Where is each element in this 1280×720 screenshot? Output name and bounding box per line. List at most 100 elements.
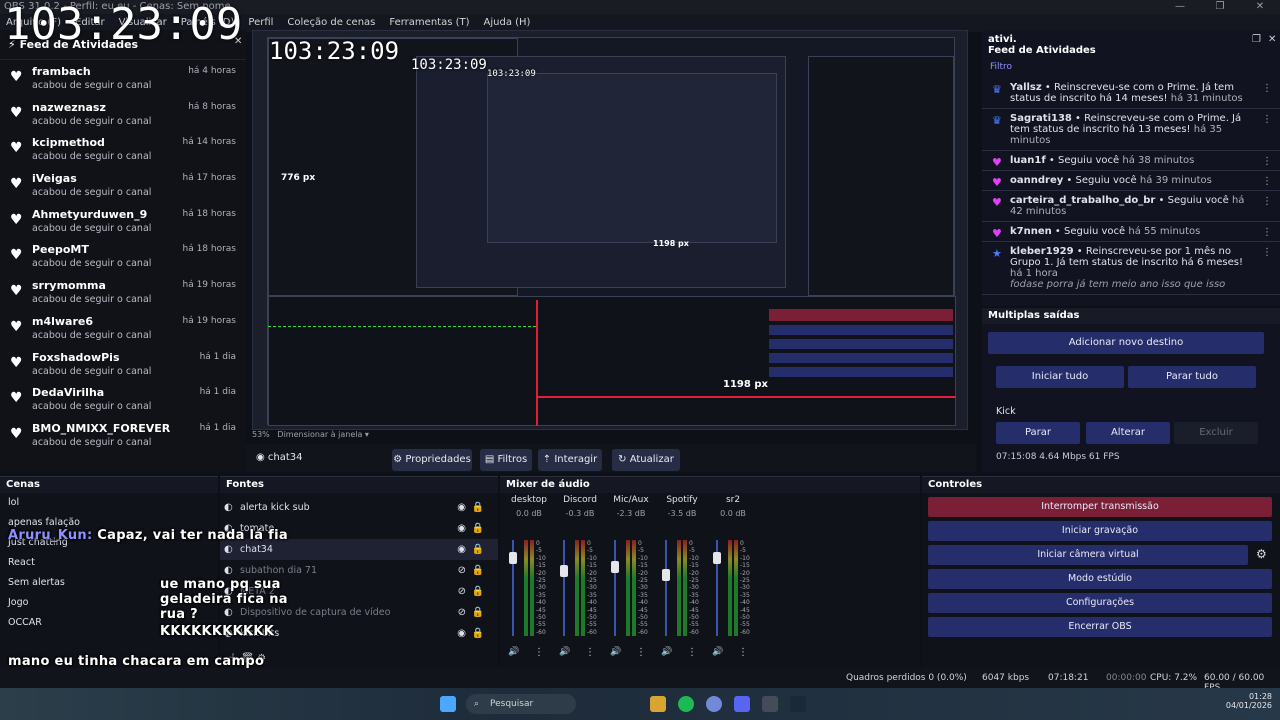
more-icon[interactable]: ⋮ (585, 647, 595, 658)
lock-icon[interactable]: 🔒 (472, 602, 484, 623)
volume-knob[interactable] (560, 565, 568, 578)
lock-icon[interactable]: 🔒 (472, 560, 484, 581)
feed-user: luan1f (1010, 155, 1046, 166)
feed-time: há 39 minutos (1139, 175, 1212, 186)
windows-start-icon[interactable] (440, 696, 456, 712)
eye-icon[interactable]: ◉ (457, 518, 466, 539)
settings-button[interactable]: Configurações (928, 593, 1272, 613)
clock-time: 01:28 (1248, 692, 1272, 701)
feed-item: ♥ m4lware6 há 19 horas acabou de seguir o c… (0, 310, 246, 346)
speaker-icon[interactable]: 🔊 (508, 647, 519, 657)
float-icon[interactable]: ❐ (1252, 34, 1261, 45)
search-box[interactable]: ⌕ Pesquisar (466, 694, 576, 714)
scene-item[interactable]: lol (0, 493, 218, 513)
gear-icon[interactable]: ⚙ (1256, 547, 1267, 561)
level-meter (683, 540, 687, 636)
speaker-icon[interactable]: 🔊 (559, 647, 570, 657)
more-icon[interactable]: ⋮ (1262, 247, 1272, 258)
lock-icon[interactable]: 🔒 (472, 518, 484, 539)
volume-knob[interactable] (611, 561, 619, 574)
edit-output-button[interactable]: Alterar (1086, 422, 1170, 444)
scene-item[interactable]: React (0, 553, 218, 573)
channel-db: -2.3 dB (616, 509, 646, 518)
speaker-icon[interactable]: 🔊 (712, 647, 723, 657)
close-button[interactable]: ✕ (1240, 0, 1280, 14)
app-icon[interactable] (734, 696, 750, 712)
volume-slider[interactable] (614, 540, 616, 636)
feed-time: há 1 hora (1010, 268, 1058, 279)
feed-subtext: acabou de seguir o canal (32, 187, 152, 199)
more-icon[interactable]: ⋮ (687, 647, 697, 658)
folder-icon[interactable] (650, 696, 666, 712)
level-meter (581, 540, 585, 636)
scale-mode-select[interactable]: Dimensionar à janela (277, 430, 362, 439)
scale-tick: 0 (740, 540, 744, 547)
eye-off-icon[interactable]: ⊘ (458, 602, 466, 623)
interact-button[interactable]: ⇡ Interagir (538, 449, 602, 471)
exit-button[interactable]: Encerrar OBS (928, 617, 1272, 637)
crown-icon: ♛ (992, 83, 1002, 96)
heart-icon: ♥ (10, 318, 23, 335)
more-icon[interactable]: ⋮ (1262, 156, 1272, 167)
maximize-button[interactable]: ❐ (1200, 0, 1240, 14)
discord-icon[interactable] (706, 696, 722, 712)
scale-tick: -40 (587, 599, 597, 607)
volume-knob[interactable] (662, 568, 670, 581)
remove-output-button[interactable]: Excluir (1174, 422, 1258, 444)
stop-stream-button[interactable]: Interromper transmissão (928, 497, 1272, 517)
spotify-icon[interactable] (678, 696, 694, 712)
close-icon[interactable]: ✕ (234, 36, 242, 47)
more-icon[interactable]: ⋮ (1262, 176, 1272, 187)
more-icon[interactable]: ⋮ (1262, 83, 1272, 94)
filters-button[interactable]: ▤ Filtros (480, 449, 532, 471)
close-icon[interactable]: ✕ (1268, 34, 1276, 45)
volume-knob[interactable] (509, 551, 517, 564)
start-recording-button[interactable]: Iniciar gravação (928, 521, 1272, 541)
scale-tick: -20 (689, 569, 699, 577)
eye-off-icon[interactable]: ⊘ (458, 560, 466, 581)
feed-time: há 1 dia (199, 387, 236, 398)
steam-icon[interactable] (790, 696, 806, 712)
studio-mode-button[interactable]: Modo estúdio (928, 569, 1272, 589)
scale-tick: -30 (689, 584, 699, 592)
scale-tick: -15 (740, 562, 750, 570)
volume-knob[interactable] (713, 551, 721, 564)
more-icon[interactable]: ⋮ (636, 647, 646, 658)
source-name: chat34 (240, 544, 273, 555)
lock-icon[interactable]: 🔒 (472, 623, 484, 644)
refresh-button[interactable]: ↻ Atualizar (612, 449, 680, 471)
preview-canvas[interactable]: 103:23:09 103:23:09 103:23:09 776 px 119… (252, 30, 968, 430)
properties-button[interactable]: ⚙ Propriedades (392, 449, 472, 471)
lock-icon[interactable]: 🔒 (472, 497, 484, 518)
more-icon[interactable]: ⋮ (1262, 114, 1272, 125)
eye-off-icon[interactable]: ⊘ (458, 581, 466, 602)
filter-link[interactable]: Filtro (982, 56, 1280, 78)
feed-user: Sagrati138 (1010, 113, 1072, 124)
source-item[interactable]: ◐ alerta kick sub ◉ 🔒 (220, 497, 498, 518)
scale-tick: -35 (689, 591, 699, 599)
eye-icon[interactable]: ◉ (457, 497, 466, 518)
obs-icon[interactable] (762, 696, 778, 712)
lock-icon[interactable]: 🔒 (472, 581, 484, 602)
more-icon[interactable]: ⋮ (534, 647, 544, 658)
eye-icon[interactable]: ◉ (457, 623, 466, 644)
stop-output-button[interactable]: Parar (996, 422, 1080, 444)
volume-slider[interactable] (665, 540, 667, 636)
scale-tick: -40 (536, 599, 546, 607)
feed-user: k7nnen (1010, 226, 1052, 237)
scale-tick: -25 (587, 577, 597, 585)
speaker-icon[interactable]: 🔊 (610, 647, 621, 657)
start-all-button[interactable]: Iniciar tudo (996, 366, 1124, 388)
volume-slider[interactable] (563, 540, 565, 636)
stop-all-button[interactable]: Parar tudo (1128, 366, 1256, 388)
more-icon[interactable]: ⋮ (1262, 227, 1272, 238)
lock-icon[interactable]: 🔒 (472, 539, 484, 560)
add-destination-button[interactable]: Adicionar novo destino (988, 332, 1264, 354)
more-icon[interactable]: ⋮ (738, 647, 748, 658)
eye-icon[interactable]: ◉ (457, 539, 466, 560)
more-icon[interactable]: ⋮ (1262, 196, 1272, 207)
start-virtual-camera-button[interactable]: Iniciar câmera virtual (928, 545, 1248, 565)
minimize-button[interactable]: — (1160, 0, 1200, 14)
speaker-icon[interactable]: 🔊 (661, 647, 672, 657)
feed-user: Yallsz (1010, 82, 1042, 93)
